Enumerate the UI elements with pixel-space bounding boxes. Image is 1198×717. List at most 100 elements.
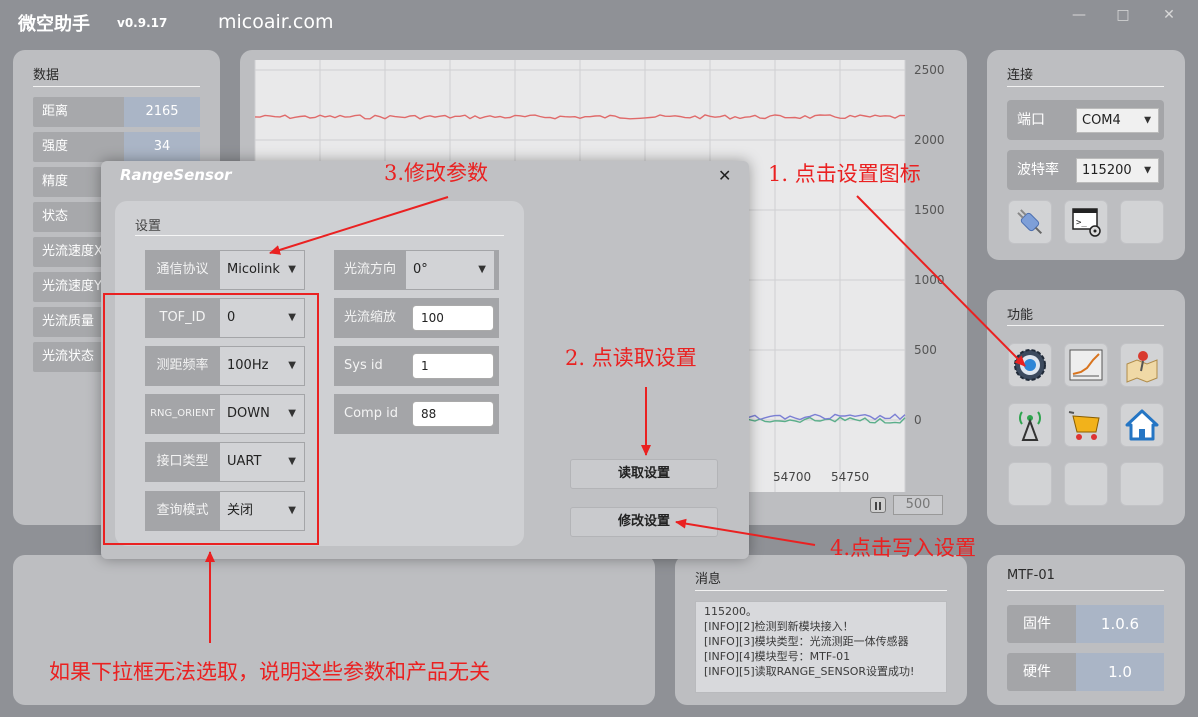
field-select[interactable]: 100Hz ▼ <box>220 347 304 385</box>
field-row: Comp id 88 <box>334 394 499 434</box>
field-select[interactable]: 0 ▼ <box>220 299 304 337</box>
home-button[interactable] <box>1120 403 1164 447</box>
log-line: [INFO][3]模块类型：光流测距一体传感器 <box>704 635 909 648</box>
port-row: 端口 COM4 ▼ <box>1007 100 1164 140</box>
window-size-input[interactable]: 500 <box>893 495 943 515</box>
y-tick-label: 2500 <box>914 63 945 77</box>
connection-title: 连接 <box>1007 68 1034 83</box>
chart-icon <box>1069 349 1103 381</box>
y-tick-label: 0 <box>914 413 922 427</box>
data-row-value: 2165 <box>124 97 200 127</box>
map-button[interactable] <box>1120 343 1164 387</box>
y-tick-label: 2000 <box>914 133 945 147</box>
module-title: MTF-01 <box>1007 568 1055 583</box>
chevron-down-icon: ▼ <box>1144 115 1151 125</box>
empty-tile <box>1008 462 1052 506</box>
cart-icon <box>1068 411 1100 440</box>
field-value: 100Hz <box>227 358 269 373</box>
chevron-down-icon: ▼ <box>478 264 486 275</box>
baud-label: 波特率 <box>1017 162 1059 178</box>
settings-group-title: 设置 <box>135 219 162 234</box>
log-line: 115200。 <box>704 605 757 618</box>
field-row: 通信协议 Micolink ▼ <box>145 250 305 290</box>
connect-button[interactable] <box>1008 200 1052 244</box>
maximize-button[interactable]: □ <box>1112 4 1134 26</box>
field-input[interactable]: 88 <box>412 401 494 427</box>
terminal-settings-icon: >_ <box>1072 208 1101 237</box>
field-label: 光流缩放 <box>344 310 397 325</box>
field-select[interactable]: DOWN ▼ <box>220 395 304 433</box>
field-label: TOF_ID <box>159 310 206 325</box>
log-line: [INFO][5]读取RANGE_SENSOR设置成功! <box>704 665 915 678</box>
divider <box>1007 86 1164 87</box>
chart-button[interactable] <box>1064 343 1108 387</box>
field-label: 接口类型 <box>156 454 209 469</box>
pause-icon <box>875 502 881 510</box>
store-button[interactable] <box>1064 403 1108 447</box>
pause-button[interactable] <box>870 497 886 513</box>
dialog-close-button[interactable]: ✕ <box>718 166 731 185</box>
settings-group: 设置 通信协议 Micolink ▼ TOF_ID 0 ▼ 测距频率 100Hz ▼ RNG_OR… <box>115 201 524 546</box>
field-row: 光流方向 0° ▼ <box>334 250 499 290</box>
write-settings-button[interactable]: 修改设置 <box>570 507 718 537</box>
field-select[interactable]: UART ▼ <box>220 443 304 481</box>
baud-select[interactable]: 115200 ▼ <box>1076 158 1159 183</box>
read-settings-button[interactable]: 读取设置 <box>570 459 718 489</box>
field-row: TOF_ID 0 ▼ <box>145 298 305 338</box>
field-select[interactable]: Micolink ▼ <box>220 251 304 289</box>
port-select[interactable]: COM4 ▼ <box>1076 108 1159 133</box>
field-value: UART <box>227 454 262 469</box>
field-label: 查询模式 <box>156 503 209 518</box>
chevron-down-icon: ▼ <box>288 408 296 419</box>
map-pin-icon <box>1126 351 1158 383</box>
annotation-step1: 1. 点击设置图标 <box>768 162 921 186</box>
field-value: 88 <box>421 407 437 421</box>
field-label: RNG_ORIENT <box>150 408 215 419</box>
close-window-button[interactable]: ✕ <box>1158 4 1180 26</box>
chevron-down-icon: ▼ <box>288 264 296 275</box>
chevron-down-icon: ▼ <box>288 312 296 323</box>
app-version: v0.9.17 <box>117 16 168 30</box>
data-row-label: 强度 <box>42 139 69 154</box>
messages-title: 消息 <box>695 572 722 587</box>
minimize-button[interactable]: — <box>1068 4 1090 26</box>
settings-button[interactable] <box>1008 343 1052 387</box>
divider <box>135 235 504 236</box>
settings-gear-icon <box>1014 349 1046 381</box>
data-row-value: 34 <box>124 132 200 162</box>
log-line: [INFO][4]模块型号：MTF-01 <box>704 650 851 663</box>
x-tick-label: 54700 <box>773 470 811 484</box>
field-select[interactable]: 0° ▼ <box>406 251 494 289</box>
site-url: micoair.com <box>218 11 334 33</box>
field-input[interactable]: 1 <box>412 353 494 379</box>
data-row: 距离 2165 <box>33 97 200 127</box>
empty-tile <box>1120 462 1164 506</box>
divider <box>695 590 947 591</box>
annotation-note: 如果下拉框无法选取，说明这些参数和产品无关 <box>49 660 490 684</box>
baud-row: 波特率 115200 ▼ <box>1007 150 1164 190</box>
annotation-step4: 4.点击写入设置 <box>830 536 977 560</box>
wireless-button[interactable] <box>1008 403 1052 447</box>
message-log[interactable]: 115200。 [INFO][2]检测到新模块接入！ [INFO][3]模块类型：光… <box>695 601 947 693</box>
field-value: DOWN <box>227 406 270 421</box>
plug-icon <box>1017 209 1043 235</box>
field-row: Sys id 1 <box>334 346 499 386</box>
home-icon <box>1125 409 1159 441</box>
y-tick-label: 1500 <box>914 203 945 217</box>
hardware-row: 硬件 1.0 <box>1007 653 1164 691</box>
field-select[interactable]: 关闭 ▼ <box>220 492 304 530</box>
field-value: 0° <box>413 262 428 277</box>
data-row-label: 距离 <box>42 104 69 119</box>
field-label: 通信协议 <box>156 262 209 277</box>
field-value: 1 <box>421 359 429 373</box>
field-value: 关闭 <box>227 503 254 518</box>
terminal-settings-button[interactable]: >_ <box>1064 200 1108 244</box>
field-input[interactable]: 100 <box>412 305 494 331</box>
port-value: COM4 <box>1082 113 1121 128</box>
chevron-down-icon: ▼ <box>288 360 296 371</box>
data-row: 强度 34 <box>33 132 200 162</box>
data-panel-title: 数据 <box>33 68 60 83</box>
field-label: 测距频率 <box>156 358 209 373</box>
field-label: 光流方向 <box>344 262 397 277</box>
annotation-step2: 2. 点读取设置 <box>565 346 697 370</box>
